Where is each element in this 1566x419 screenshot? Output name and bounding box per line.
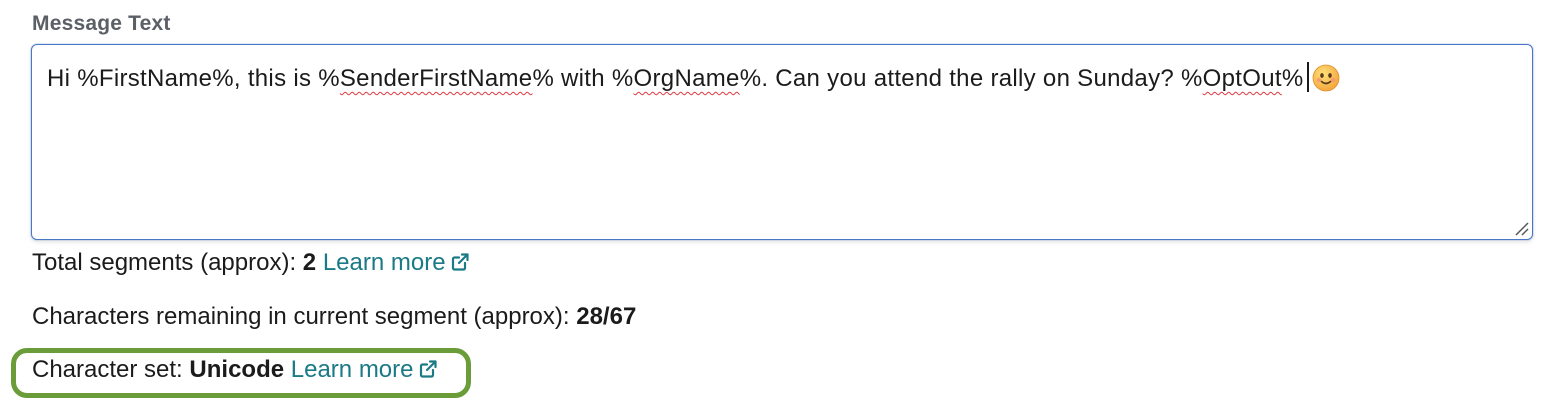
total-segments-row: Total segments (approx): 2 Learn more: [32, 249, 470, 277]
spellcheck-word: SenderFirstName: [339, 65, 533, 92]
spellcheck-word: OptOut: [1202, 65, 1282, 92]
external-link-icon: [419, 360, 437, 378]
charset-learn-more-link[interactable]: Learn more: [291, 356, 438, 383]
message-text-part: %: [1281, 65, 1304, 92]
message-text-part: % with %: [532, 65, 634, 92]
spellcheck-word: OrgName: [633, 65, 740, 92]
message-text-part: Hi %FirstName%, this is %: [47, 65, 340, 92]
character-set-value: Unicode: [189, 356, 285, 383]
total-segments-value: 2: [302, 249, 317, 276]
message-text-label: Message Text: [32, 12, 171, 35]
total-segments-label: Total segments (approx):: [32, 249, 297, 276]
characters-remaining-value: 28/67: [576, 303, 637, 330]
slightly-smiling-face-icon: [1312, 64, 1340, 100]
message-content[interactable]: Hi %FirstName%, this is %SenderFirstName…: [47, 62, 1340, 100]
character-set-row: Character set: Unicode Learn more: [32, 356, 438, 384]
message-textarea[interactable]: Hi %FirstName%, this is %SenderFirstName…: [31, 44, 1533, 240]
characters-remaining-row: Characters remaining in current segment …: [32, 303, 636, 331]
characters-remaining-label: Characters remaining in current segment …: [32, 303, 570, 330]
character-set-label: Character set:: [32, 356, 183, 383]
segments-learn-more-link[interactable]: Learn more: [323, 249, 470, 276]
resize-grip-icon[interactable]: [1513, 220, 1529, 236]
message-text-part: %. Can you attend the rally on Sunday? %: [739, 65, 1203, 92]
text-caret: [1307, 62, 1310, 92]
external-link-icon: [451, 253, 469, 271]
